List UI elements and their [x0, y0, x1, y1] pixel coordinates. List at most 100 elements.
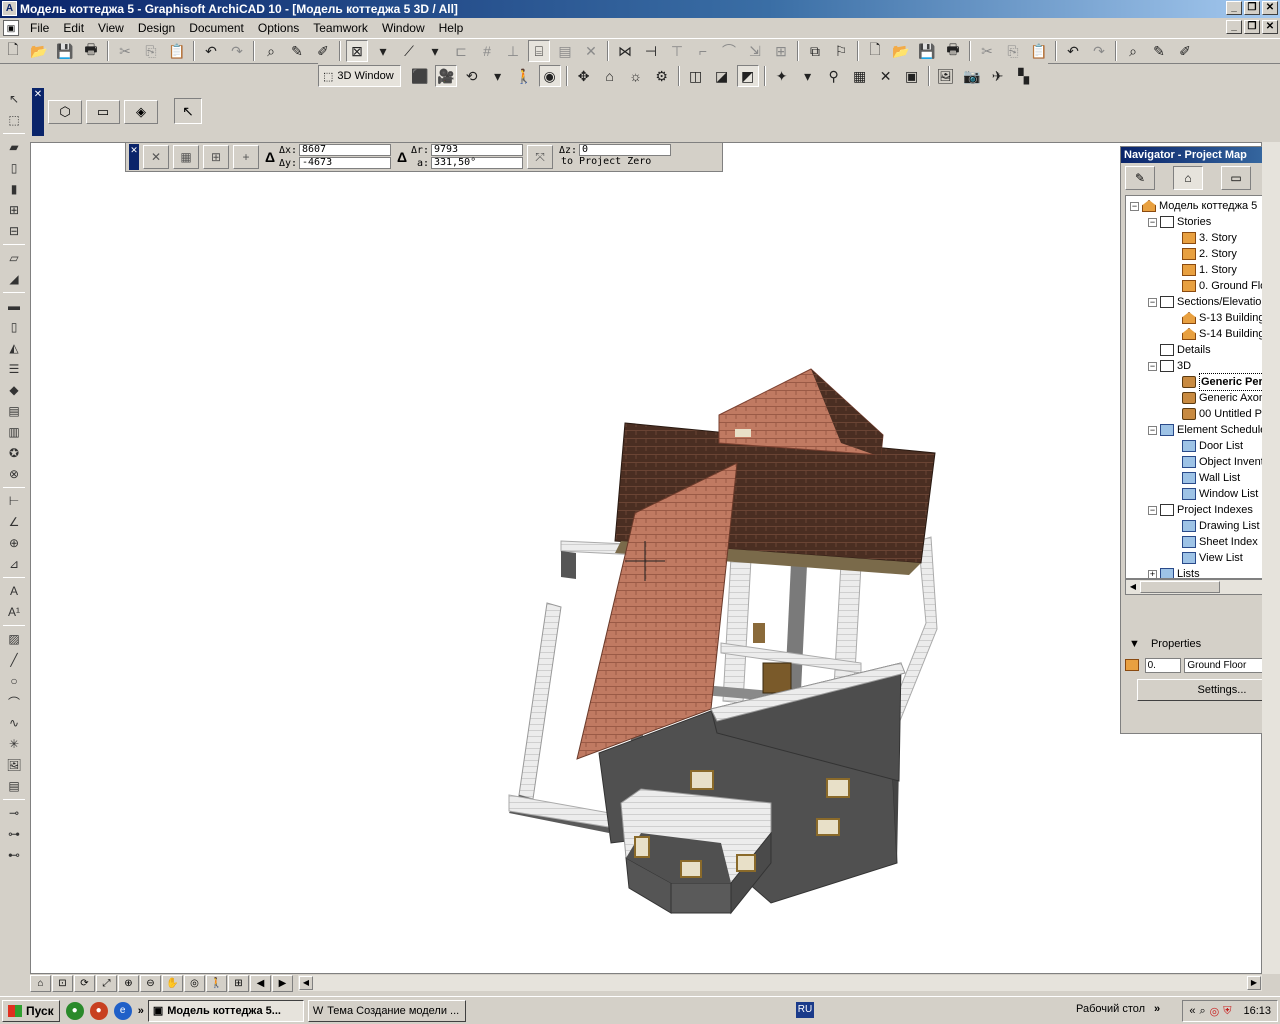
section-tool-icon[interactable]: ⊸ [3, 803, 25, 823]
tree-item[interactable]: − Sections/Elevations [1148, 294, 1273, 310]
curtain-wall-tool-icon[interactable]: ▥ [3, 422, 25, 442]
print-icon-2[interactable]: 🖶 [942, 40, 964, 62]
wall-tool-icon[interactable]: ▰ [3, 137, 25, 157]
document-window-icon[interactable]: ▣ [3, 20, 19, 36]
walk-view-icon[interactable]: 🚶 [206, 974, 227, 992]
copy-icon-2[interactable]: ⎘ [1002, 40, 1024, 62]
dy-field[interactable]: -4673 [299, 157, 391, 169]
tree-item[interactable]: − Element Schedules [1148, 422, 1272, 438]
marquee-tool-icon[interactable]: ⬚ [3, 110, 25, 130]
lamp-tool-icon[interactable]: ✪ [3, 443, 25, 463]
hotspot-tool-icon[interactable]: ✳ [3, 734, 25, 754]
wireframe-icon[interactable]: ◫ [685, 65, 707, 87]
quicklaunch-icon[interactable]: ● [65, 1001, 84, 1020]
cross-icon[interactable]: ✕ [875, 65, 897, 87]
distribute-icon[interactable]: ⊥ [502, 40, 524, 62]
collapse-icon[interactable]: − [1148, 425, 1157, 435]
dr-field[interactable]: 9793 [431, 144, 523, 156]
new-file-icon[interactable]: 🗋 [2, 40, 24, 62]
dropdown-arrow-icon[interactable]: ▾ [372, 40, 394, 62]
settings-button[interactable]: Settings... [1137, 679, 1280, 701]
scroll-left-icon[interactable]: ◀ [299, 976, 313, 990]
taskbar-archicad[interactable]: ▣ Модель коттеджа 5... [147, 999, 304, 1022]
undo-icon[interactable]: ↶ [200, 40, 222, 62]
camera-icon[interactable]: 📷 [961, 65, 983, 87]
tree-item[interactable]: + Lists [1148, 566, 1200, 578]
grid-colored-icon[interactable]: ▚ [1013, 65, 1035, 87]
perspective-camera-icon[interactable]: 🎥 [434, 65, 457, 87]
stair-tool-icon[interactable]: ☰ [3, 359, 25, 379]
tree-item[interactable]: Wall List [1170, 470, 1240, 486]
coordinate-box-close-icon[interactable]: ✕ [129, 144, 139, 170]
inject-icon[interactable]: ✐ [312, 40, 334, 62]
doc-restore-button[interactable]: ❐ [1244, 20, 1260, 34]
tree-item[interactable]: Sheet Index [1170, 534, 1258, 550]
paste-icon[interactable]: 📋 [166, 40, 188, 62]
slab-tool-icon[interactable]: ▱ [3, 248, 25, 268]
offset-icon[interactable]: ⌒ [718, 40, 740, 62]
collapse-icon[interactable]: − [1148, 361, 1157, 371]
render-icon[interactable]: ✦ [771, 65, 793, 87]
orbit-view-icon[interactable]: ◎ [184, 974, 205, 992]
story-id-field[interactable]: 0. [1144, 657, 1182, 673]
tree-item[interactable]: Details [1148, 342, 1211, 358]
close-button[interactable]: ✕ [1262, 1, 1278, 15]
roof-tool-icon[interactable]: ◢ [3, 269, 25, 289]
tree-item[interactable]: − Project Indexes [1148, 502, 1253, 518]
tree-item[interactable]: 2. Story [1170, 246, 1237, 262]
angle-field[interactable]: 331,50° [431, 157, 523, 169]
tree-item[interactable]: Drawing List [1170, 518, 1260, 534]
3d-label-icon[interactable]: ▣ [901, 65, 923, 87]
elevation-tool-icon[interactable]: ⊶ [3, 824, 25, 844]
construction-grid-icon[interactable]: ⊞ [203, 145, 229, 169]
layers-icon[interactable]: ▤ [554, 40, 576, 62]
zoom-window-icon[interactable]: ⊡ [52, 974, 73, 992]
drawing-tool-icon[interactable]: ▤ [3, 776, 25, 796]
open-folder-icon-2[interactable]: 📂 [890, 40, 912, 62]
parallel-projection-icon[interactable]: ⬛ [409, 65, 431, 87]
expand-icon[interactable]: + [1148, 569, 1157, 578]
delta-toggle-icon[interactable]: Δ [265, 149, 279, 165]
menu-teamwork[interactable]: Teamwork [306, 18, 375, 38]
explore-icon[interactable]: ◉ [538, 65, 561, 87]
menu-document[interactable]: Document [182, 18, 251, 38]
menu-edit[interactable]: Edit [56, 18, 91, 38]
navigator-menu-icon[interactable]: ✎ [1125, 166, 1155, 190]
scroll-thumb[interactable] [1140, 581, 1220, 593]
dz-field[interactable]: 0 [579, 144, 671, 156]
skylight-tool-icon[interactable]: ⊟ [3, 221, 25, 241]
undo-icon-2[interactable]: ↶ [1062, 40, 1084, 62]
beam-tool-icon[interactable]: ▬ [3, 296, 25, 316]
delete-icon[interactable]: ✕ [580, 40, 602, 62]
save-icon-2[interactable]: 💾 [916, 40, 938, 62]
dropdown-arrow-icon[interactable]: ▾ [487, 65, 509, 87]
find-select-icon-2[interactable]: ⌕ [1122, 40, 1144, 62]
desktop-toolbar-label[interactable]: Рабочий стол [1076, 1003, 1145, 1015]
tree-item[interactable]: 3. Story [1170, 230, 1237, 246]
restore-button[interactable]: ❐ [1244, 1, 1260, 15]
cutting-plane-icon[interactable]: ✥ [573, 65, 595, 87]
light-icon[interactable]: ⚲ [823, 65, 845, 87]
circle-tool-icon[interactable]: ○ [3, 671, 25, 691]
origin-plus-icon[interactable]: + [233, 145, 259, 169]
explode-icon[interactable]: ⊞ [770, 40, 792, 62]
language-indicator[interactable]: RU [796, 1002, 814, 1018]
z-reference-label[interactable]: to Project Zero [559, 157, 671, 169]
archicad-app-icon[interactable]: A [2, 1, 17, 16]
tree-item[interactable]: View List [1170, 550, 1243, 566]
navigation-options-icon[interactable]: ⌂ [30, 974, 51, 992]
pick-up-icon-2[interactable]: ✎ [1148, 40, 1170, 62]
3d-settings-icon[interactable]: ⚙ [651, 65, 673, 87]
column-tool-icon[interactable]: ▮ [3, 179, 25, 199]
window-tool-icon[interactable]: ⊞ [3, 200, 25, 220]
collapse-icon[interactable]: − [1148, 217, 1157, 227]
adjust-icon[interactable]: ⊣ [640, 40, 662, 62]
arrow-tool-button[interactable]: ↖ [174, 98, 202, 124]
arc-tool-icon[interactable]: ⌒ [3, 692, 25, 712]
properties-header[interactable]: ▼ Properties [1125, 635, 1280, 653]
walk-icon[interactable]: 🚶 [513, 65, 535, 87]
mesh-tool-icon[interactable]: ◭ [3, 338, 25, 358]
camera-tool-icon[interactable]: ⊗ [3, 464, 25, 484]
menu-help[interactable]: Help [432, 18, 471, 38]
print-icon[interactable]: 🖶 [80, 40, 102, 62]
